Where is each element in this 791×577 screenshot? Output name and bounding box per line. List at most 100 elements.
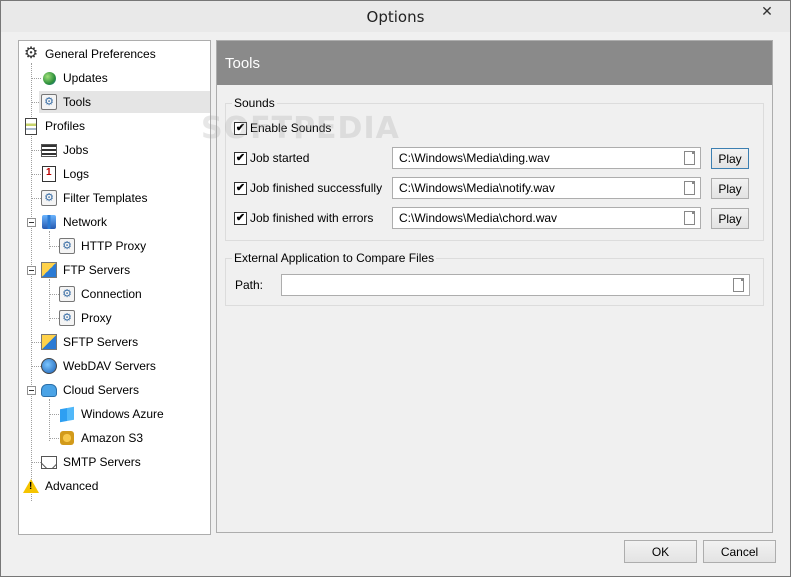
options-tree: ⚙ General Preferences Updates Tools Prof… [18, 40, 211, 535]
panel-title: Tools [225, 55, 261, 72]
tree-item-proxy[interactable]: Proxy [59, 307, 205, 329]
cancel-button[interactable]: Cancel [703, 540, 776, 563]
cog-page-icon [59, 238, 75, 254]
job-finished-with-errors-label: Job finished with errors [250, 211, 374, 225]
options-window: Options ✕ ⚙ General Preferences Updates … [0, 0, 791, 577]
play-job-started-button[interactable]: Play [711, 148, 749, 169]
tree-connector [31, 78, 41, 79]
tree-item-tools[interactable]: Tools [39, 91, 210, 113]
tree-item-label: General Preferences [45, 47, 156, 61]
tree-item-label: WebDAV Servers [63, 359, 156, 373]
check-icon: ✔ [235, 181, 246, 194]
logs-icon [41, 166, 57, 182]
tree-connector [49, 294, 59, 295]
tree-connector [49, 414, 59, 415]
job-started-checkbox[interactable]: ✔ Job started [234, 151, 309, 165]
document-icon [683, 151, 695, 165]
tree-item-general-preferences[interactable]: ⚙ General Preferences [23, 43, 203, 65]
tree-connector [31, 174, 41, 175]
network-icon [41, 214, 57, 230]
s3-icon [59, 430, 75, 446]
job-finished-with-errors-path-input[interactable]: C:\Windows\Media\chord.wav [392, 207, 701, 229]
tree-item-label: Tools [63, 95, 92, 109]
check-icon: ✔ [235, 211, 246, 224]
cog-page-icon [59, 286, 75, 302]
job-finished-with-errors-checkbox[interactable]: ✔ Job finished with errors [234, 211, 373, 225]
ftp-servers-expander[interactable] [27, 266, 36, 275]
tree-item-updates[interactable]: Updates [41, 67, 205, 89]
tree-item-cloud-servers[interactable]: Cloud Servers [41, 379, 205, 401]
tree-item-ftp-servers[interactable]: FTP Servers [41, 259, 205, 281]
browse-file-button[interactable] [679, 209, 699, 227]
checkbox-box[interactable]: ✔ [234, 151, 247, 165]
tree-item-label: Amazon S3 [81, 431, 144, 445]
job-started-label: Job started [250, 151, 310, 165]
ok-button[interactable]: OK [624, 540, 697, 563]
play-job-finished-successfully-button[interactable]: Play [711, 178, 749, 199]
tree-item-jobs[interactable]: Jobs [41, 139, 205, 161]
tree-connector [49, 399, 50, 441]
warning-icon [23, 478, 39, 494]
job-finished-successfully-path-value: C:\Windows\Media\notify.wav [399, 181, 555, 195]
tree-item-connection[interactable]: Connection [59, 283, 205, 305]
tree-item-sftp-servers[interactable]: SFTP Servers [41, 331, 205, 353]
job-started-path-value: C:\Windows\Media\ding.wav [399, 151, 550, 165]
tree-item-label: Proxy [81, 311, 112, 325]
play-job-finished-with-errors-button[interactable]: Play [711, 208, 749, 229]
jobs-icon [41, 142, 57, 158]
tree-item-http-proxy[interactable]: HTTP Proxy [59, 235, 205, 257]
tree-item-filter-templates[interactable]: Filter Templates [41, 187, 205, 209]
checkbox-box[interactable]: ✔ [234, 211, 247, 225]
job-started-path-input[interactable]: C:\Windows\Media\ding.wav [392, 147, 701, 169]
profile-icon [23, 117, 39, 135]
tree-connector [49, 279, 50, 321]
window-title: Options [366, 8, 425, 26]
tree-item-label: FTP Servers [63, 263, 131, 277]
tree-item-label: Cloud Servers [63, 383, 140, 397]
tree-item-logs[interactable]: Logs [41, 163, 205, 185]
network-expander[interactable] [27, 218, 36, 227]
tree-connector [31, 462, 41, 463]
tree-connector [31, 150, 41, 151]
cog-page-icon [41, 94, 57, 110]
mail-icon [41, 454, 57, 470]
job-finished-with-errors-path-value: C:\Windows\Media\chord.wav [399, 211, 558, 225]
cog-page-icon [41, 190, 57, 206]
tree-item-amazon-s3[interactable]: Amazon S3 [59, 427, 205, 449]
close-icon: ✕ [761, 2, 773, 19]
tree-item-label: Windows Azure [81, 407, 164, 421]
tree-connector [49, 246, 59, 247]
globe-icon [41, 70, 57, 86]
tree-item-label: Network [63, 215, 108, 229]
compare-app-path-input[interactable] [281, 274, 750, 296]
webdav-icon [41, 358, 57, 374]
document-icon [732, 278, 744, 292]
cog-page-icon [59, 310, 75, 326]
sounds-group-title: Sounds [232, 96, 277, 110]
browse-file-button[interactable] [679, 179, 699, 197]
tree-item-profiles[interactable]: Profiles [23, 115, 203, 137]
job-finished-successfully-label: Job finished successfully [250, 181, 383, 195]
cloud-servers-expander[interactable] [27, 386, 36, 395]
close-button[interactable]: ✕ [752, 1, 782, 21]
tree-item-label: Jobs [63, 143, 89, 157]
checkbox-box[interactable]: ✔ [234, 181, 247, 195]
tree-item-webdav-servers[interactable]: WebDAV Servers [41, 355, 205, 377]
cloud-icon [41, 382, 57, 398]
job-finished-successfully-checkbox[interactable]: ✔ Job finished successfully [234, 181, 382, 195]
tree-item-smtp-servers[interactable]: SMTP Servers [41, 451, 205, 473]
job-finished-successfully-path-input[interactable]: C:\Windows\Media\notify.wav [392, 177, 701, 199]
document-icon [683, 211, 695, 225]
tree-item-label: SFTP Servers [63, 335, 139, 349]
browse-file-button[interactable] [679, 149, 699, 167]
browse-file-button[interactable] [728, 276, 748, 294]
tree-item-advanced[interactable]: Advanced [23, 475, 203, 497]
tree-item-windows-azure[interactable]: Windows Azure [59, 403, 205, 425]
tree-item-label: SMTP Servers [63, 455, 141, 469]
check-icon: ✔ [235, 151, 246, 164]
tree-connector [49, 318, 59, 319]
tree-item-label: Connection [81, 287, 142, 301]
gear-icon: ⚙ [23, 45, 39, 62]
tree-item-network[interactable]: Network [41, 211, 205, 233]
tree-connector [49, 438, 59, 439]
